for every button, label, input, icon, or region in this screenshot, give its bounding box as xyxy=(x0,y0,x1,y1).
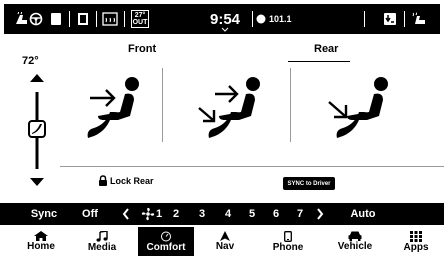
fan-level-5[interactable]: 5 xyxy=(246,203,258,225)
airflow-feet-icon xyxy=(328,77,388,138)
temperature-value: 72° xyxy=(22,55,39,67)
airflow-face-icon xyxy=(87,77,139,138)
status-divider xyxy=(252,11,253,27)
chevron-down-icon[interactable] xyxy=(212,24,238,34)
status-bar-panel: 27° OUT 9:54 101.1 xyxy=(4,4,440,34)
nav-apps-label: Apps xyxy=(403,241,429,253)
nav-vehicle[interactable]: Vehicle xyxy=(332,227,378,256)
airflow-feet-button[interactable] xyxy=(305,66,415,148)
nav-apps[interactable]: Apps xyxy=(396,227,436,256)
tab-front[interactable]: Front xyxy=(128,43,156,55)
nav-media[interactable]: Media xyxy=(80,227,124,256)
chevron-left-icon xyxy=(122,208,129,220)
content-divider xyxy=(60,166,444,167)
radio-indicator-icon xyxy=(256,14,266,24)
outside-temp-label: OUT xyxy=(132,19,148,26)
radio-station-label: 101.1 xyxy=(269,14,292,24)
fan-level-1[interactable]: 1 xyxy=(153,203,165,225)
voice-command-icon[interactable] xyxy=(380,4,400,34)
status-bar: 27° OUT 9:54 101.1 xyxy=(0,0,444,36)
status-divider xyxy=(364,11,365,27)
temp-down-arrow-icon xyxy=(30,178,44,186)
home-icon xyxy=(34,231,48,241)
heated-windshield-icon[interactable] xyxy=(100,4,120,34)
fan-level-4[interactable]: 4 xyxy=(222,203,234,225)
nav-home-label: Home xyxy=(27,241,55,252)
music-note-icon xyxy=(96,230,108,242)
door-icon[interactable] xyxy=(74,4,92,34)
sync-to-driver-button[interactable]: SYNC to Driver xyxy=(283,177,335,190)
fan-off-button[interactable]: Off xyxy=(78,203,102,225)
airflow-face-button[interactable] xyxy=(58,66,168,148)
outside-temp-value: 27° xyxy=(134,12,146,19)
fan-level-3[interactable]: 3 xyxy=(196,203,208,225)
sync-button[interactable]: Sync xyxy=(26,203,62,225)
phone-icon xyxy=(284,230,292,242)
mode-divider xyxy=(162,68,163,142)
airflow-face-feet-button[interactable] xyxy=(177,66,287,148)
navigation-arrow-icon xyxy=(220,231,230,241)
nav-media-label: Media xyxy=(87,241,117,253)
fan-control-bar: Sync Off 1 2 3 4 5 6 7 Auto xyxy=(0,203,444,225)
temperature-slider[interactable] xyxy=(20,70,54,192)
status-divider xyxy=(124,11,125,27)
fan-decrease-button[interactable] xyxy=(119,203,133,225)
fan-level-6[interactable]: 6 xyxy=(270,203,282,225)
comfort-icon xyxy=(161,231,171,241)
tab-rear-underline xyxy=(288,61,350,62)
auto-button[interactable]: Auto xyxy=(348,203,378,225)
fan-level-7[interactable]: 7 xyxy=(294,203,306,225)
nav-comfort[interactable]: Comfort xyxy=(138,227,194,256)
vehicle-icon xyxy=(348,231,362,241)
heated-seat-wheel-icon[interactable] xyxy=(12,4,46,34)
fan-level-2[interactable]: 2 xyxy=(170,203,182,225)
lock-rear-label: Lock Rear xyxy=(110,175,154,186)
airflow-face-feet-icon xyxy=(198,77,260,138)
fan-increase-button[interactable] xyxy=(313,203,327,225)
nav-vehicle-label: Vehicle xyxy=(337,241,373,252)
status-divider xyxy=(404,11,405,27)
screen-off-icon[interactable] xyxy=(48,4,64,34)
mode-divider xyxy=(290,68,291,142)
nav-nav-label: Nav xyxy=(215,241,235,252)
nav-comfort-label: Comfort xyxy=(146,241,186,253)
lock-rear-button[interactable]: Lock Rear xyxy=(98,175,154,186)
tab-rear[interactable]: Rear xyxy=(314,43,338,55)
temp-up-arrow-icon xyxy=(30,74,44,82)
nav-nav[interactable]: Nav xyxy=(210,227,240,256)
status-divider xyxy=(96,11,97,27)
status-divider xyxy=(69,11,70,27)
nav-home[interactable]: Home xyxy=(20,227,62,256)
heated-seat-icon[interactable] xyxy=(408,4,430,34)
apps-grid-icon xyxy=(410,230,422,242)
bottom-nav: Home Media Comfort Nav Phone Vehicle App… xyxy=(0,227,444,256)
radio-station[interactable]: 101.1 xyxy=(256,4,316,34)
chevron-right-icon xyxy=(317,208,324,220)
outside-temperature: 27° OUT xyxy=(129,4,151,34)
nav-phone[interactable]: Phone xyxy=(266,227,310,256)
nav-phone-label: Phone xyxy=(272,241,304,253)
lock-icon xyxy=(99,175,107,186)
